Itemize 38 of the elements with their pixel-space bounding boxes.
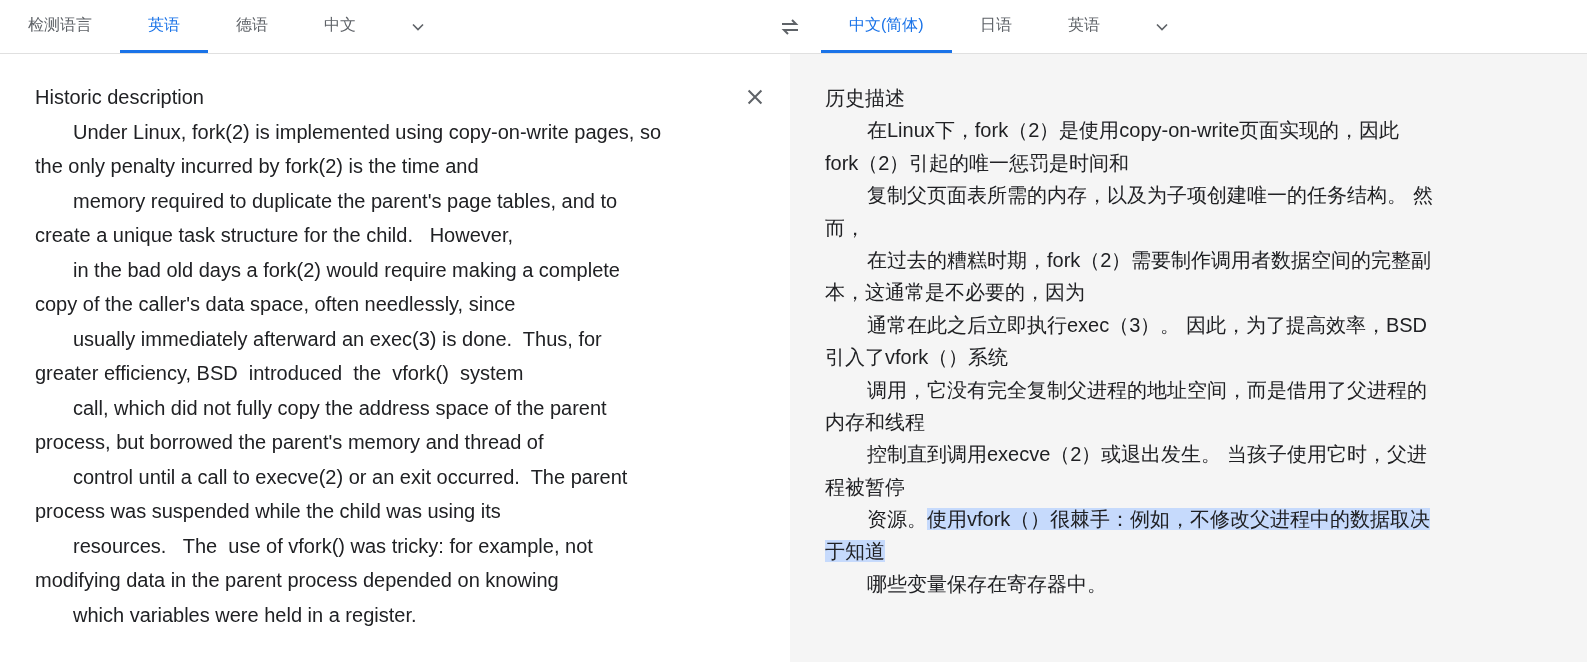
source-text-line: copy of the caller's data space, often needlessly, since: [35, 292, 516, 317]
translation-text: 哪些变量保存在寄存器中。: [867, 572, 1107, 595]
source-text-line: control until a call to execve(2) or an exit occurred. The parent: [73, 464, 628, 490]
translation-text: 通常在此之后立即执行exec（3）。 因此，为了提高效率，BSD: [867, 313, 1428, 336]
language-tab[interactable]: 检测语言: [0, 0, 120, 53]
translation-text: 内存和线程: [825, 410, 925, 433]
translation-text: 在Linux下，fork（2）是使用copy-on-write页面实现的，因此: [867, 119, 1400, 142]
language-tab[interactable]: 英语: [1039, 0, 1128, 53]
translation-text: 调用，它没有完全复制父进程的地址空间，而是借用了父进程的: [867, 378, 1427, 401]
source-text-line: greater efficiency, BSD introduced the vfork() system: [35, 361, 524, 386]
translation-text: 而，: [825, 216, 865, 239]
source-text-line: resources. The use of vfork() was tricky: for example, not: [73, 533, 593, 559]
source-text-line: memory required to duplicate the parent's page tables, and to: [73, 188, 618, 214]
source-text-line: process, but borrowed the parent's memory and thread of: [35, 430, 544, 455]
translation-text: 程被暂停: [825, 475, 905, 498]
translation-text: 控制直到调用execve（2）或退出发生。 当孩子使用它时，父进: [867, 443, 1428, 466]
language-tab[interactable]: 德语: [208, 0, 296, 53]
translation-text: 复制父页面表所需的内存，以及为子项创建唯一的任务结构。 然: [867, 184, 1433, 207]
source-text-line: process was suspended while the child was using its: [35, 499, 501, 524]
translation-text: 引入了vfork（）系统: [825, 346, 1009, 369]
source-text-line: the only penalty incurred by fork(2) is the time and: [35, 154, 479, 179]
translation-text: 历史描述: [825, 87, 905, 109]
source-text-line: call, which did not fully copy the address space of the parent: [73, 395, 607, 421]
source-text-line: Under Linux, fork(2) is implemented using copy-on-write pages, so: [73, 119, 662, 145]
source-text-line: modifying data in the parent process depended on knowing: [35, 568, 559, 593]
source-text-line: in the bad old days a fork(2) would require making a complete: [73, 257, 620, 283]
language-tab[interactable]: 日语: [951, 0, 1040, 53]
selected-text: 于知道: [825, 540, 885, 563]
translation-text: 在过去的糟糕时期，fork（2）需要制作调用者数据空间的完整副: [867, 248, 1432, 271]
language-tab[interactable]: 中文: [296, 0, 384, 53]
translation-text: 资源。: [867, 508, 927, 531]
translation-text: fork（2）引起的唯一惩罚是时间和: [825, 151, 1130, 174]
source-text-line: which variables were held in a register.: [73, 602, 417, 628]
source-text-line: usually immediately afterward an exec(3) is done. Thus, for: [73, 326, 602, 352]
source-text-line: Historic description: [35, 85, 204, 110]
source-text-line: create a unique task structure for the child. However,: [35, 223, 514, 248]
translation-text: 本，这通常是不必要的，因为: [825, 281, 1085, 304]
selected-text: 使用vfork（）很棘手：例如，不修改父进程中的数据取决: [927, 508, 1431, 531]
